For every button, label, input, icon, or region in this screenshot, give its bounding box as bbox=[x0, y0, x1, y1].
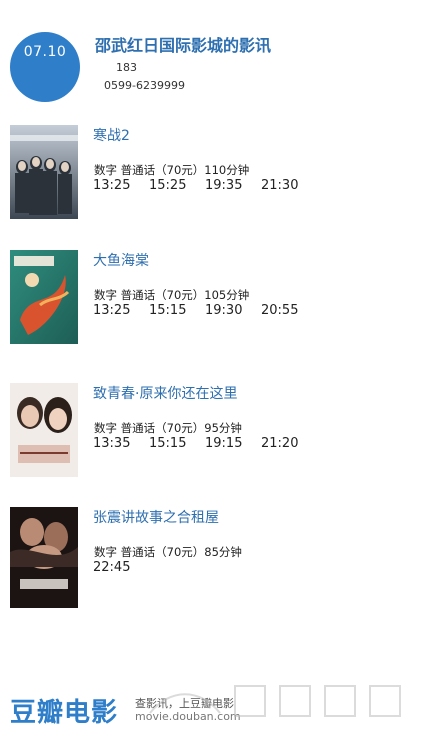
showtime[interactable]: 13:25 bbox=[93, 178, 149, 193]
movie-title[interactable]: 寒战2 bbox=[93, 125, 130, 145]
movie-poster[interactable] bbox=[10, 250, 78, 344]
movie-poster[interactable] bbox=[10, 125, 78, 219]
showtime[interactable]: 13:25 bbox=[93, 303, 149, 318]
showtime[interactable]: 19:15 bbox=[205, 436, 261, 451]
footer-site-link[interactable]: movie.douban.com bbox=[135, 710, 241, 723]
movie-item[interactable]: 致青春·原来你还在这里 数字 普通话（70元）95分钟 13:35 15:15 … bbox=[10, 383, 430, 487]
cinema-name[interactable]: 邵武红日国际影城的影讯 bbox=[95, 32, 271, 56]
poster-image-hanzhan bbox=[10, 125, 78, 219]
showtime[interactable]: 15:15 bbox=[149, 303, 205, 318]
date-text: 07.10 bbox=[23, 44, 67, 60]
poster-image-hezuwu bbox=[10, 507, 78, 608]
movie-title[interactable]: 致青春·原来你还在这里 bbox=[93, 383, 237, 403]
showtime[interactable]: 21:20 bbox=[261, 436, 317, 451]
showtime[interactable]: 15:25 bbox=[149, 178, 205, 193]
movie-item[interactable]: 张震讲故事之合租屋 数字 普通话（70元）85分钟 22:45 bbox=[10, 507, 430, 611]
showtimes: 13:35 15:15 19:15 21:20 bbox=[93, 436, 317, 451]
showtime[interactable]: 15:15 bbox=[149, 436, 205, 451]
cinema-address: 183 bbox=[116, 61, 137, 74]
showtime[interactable]: 13:35 bbox=[93, 436, 149, 451]
poster-image-dayuhaitang bbox=[10, 250, 78, 344]
movie-poster[interactable] bbox=[10, 383, 78, 477]
movie-poster[interactable] bbox=[10, 507, 78, 608]
movie-title[interactable]: 张震讲故事之合租屋 bbox=[93, 507, 219, 527]
movie-meta: 数字 普通话（70元）85分钟 bbox=[94, 545, 242, 559]
movie-item[interactable]: 大鱼海棠 数字 普通话（70元）105分钟 13:25 15:15 19:30 … bbox=[10, 250, 430, 354]
poster-image-zhiqingchun bbox=[10, 383, 78, 477]
movie-item[interactable]: 寒战2 数字 普通话（70元）110分钟 13:25 15:25 19:35 2… bbox=[10, 125, 430, 229]
showtime[interactable]: 19:35 bbox=[205, 178, 261, 193]
movie-meta: 数字 普通话（70元）110分钟 bbox=[94, 163, 250, 177]
showtimes: 13:25 15:25 19:35 21:30 bbox=[93, 178, 317, 193]
movie-meta: 数字 普通话（70元）105分钟 bbox=[94, 288, 250, 302]
cinema-phone[interactable]: 0599-6239999 bbox=[104, 79, 185, 92]
showtimes: 13:25 15:15 19:30 20:55 bbox=[93, 303, 317, 318]
showtime[interactable]: 21:30 bbox=[261, 178, 317, 193]
cinema-header: 07.10 邵武红日国际影城的影讯 183 0599-6239999 bbox=[0, 0, 440, 110]
showtimes: 22:45 bbox=[93, 560, 149, 575]
douban-movie-logo[interactable]: 豆瓣电影 bbox=[10, 692, 118, 729]
showtime[interactable]: 20:55 bbox=[261, 303, 317, 318]
footer-tagline: 查影讯，上豆瓣电影 bbox=[135, 697, 234, 710]
date-badge: 07.10 bbox=[10, 32, 80, 102]
movie-title[interactable]: 大鱼海棠 bbox=[93, 250, 149, 270]
movie-meta: 数字 普通话（70元）95分钟 bbox=[94, 421, 242, 435]
footer: 豆瓣电影 查影讯，上豆瓣电影 movie.douban.com bbox=[0, 685, 440, 738]
showtime[interactable]: 19:30 bbox=[205, 303, 261, 318]
showtime[interactable]: 22:45 bbox=[93, 560, 149, 575]
